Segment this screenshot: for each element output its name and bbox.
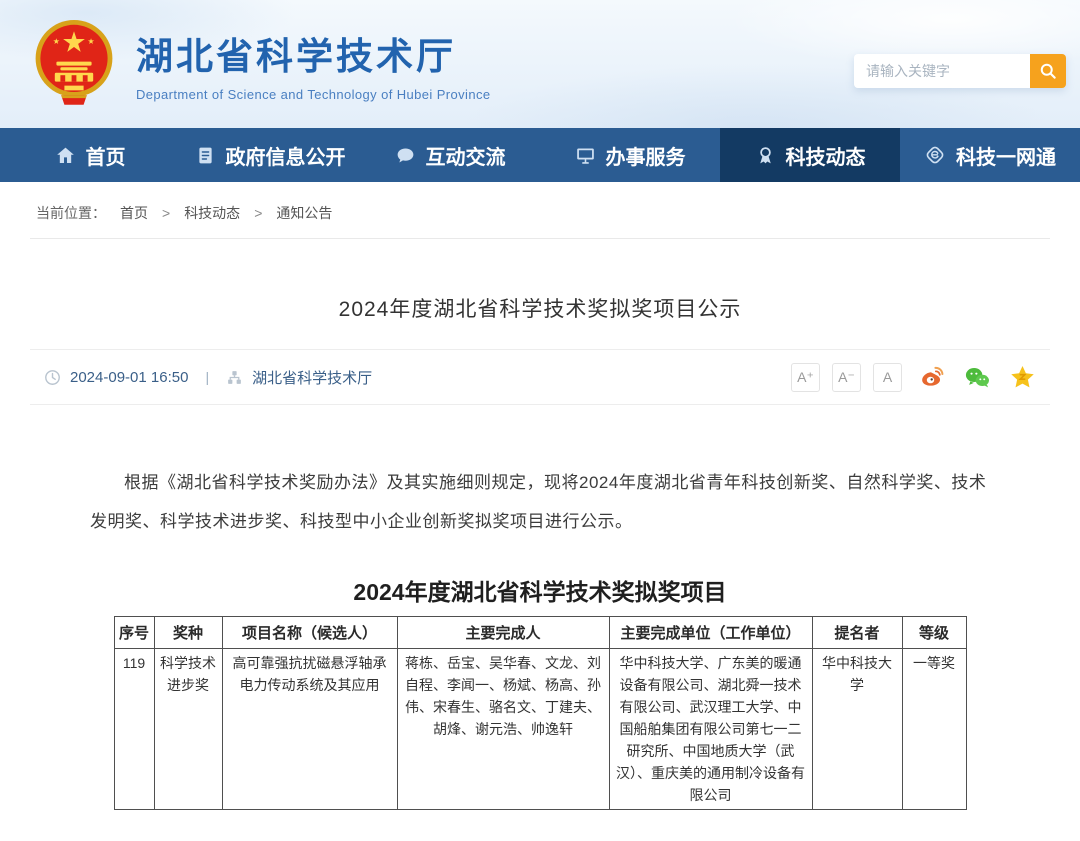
- col-header-nominator: 提名者: [812, 617, 902, 649]
- wechat-share-icon[interactable]: [964, 364, 991, 391]
- meta-divider: |: [205, 369, 209, 385]
- nav-item-tech-network[interactable]: 科技一网通: [900, 128, 1080, 182]
- nav-item-label: 首页: [86, 141, 126, 170]
- nav-item-tech-news[interactable]: 科技动态: [720, 128, 900, 182]
- article-date: 2024-09-01 16:50: [70, 369, 188, 386]
- nav-item-home[interactable]: 首页: [0, 128, 180, 182]
- cell-completers: 蒋栋、岳宝、吴华春、文龙、刘自程、李闻一、杨斌、杨高、孙伟、宋春生、骆名文、丁建…: [397, 649, 609, 810]
- breadcrumb-separator: >: [162, 205, 170, 221]
- nav-item-label: 科技动态: [786, 141, 866, 170]
- chat-bubble-icon: [395, 145, 416, 166]
- award-table-header-row: 序号 奖种 项目名称（候选人） 主要完成人 主要完成单位（工作单位） 提名者 等…: [114, 617, 966, 649]
- favorite-star-icon[interactable]: [1009, 364, 1036, 391]
- site-title: 湖北省科学技术厅: [136, 26, 491, 80]
- article-meta-bar: 2024-09-01 16:50 | 湖北省科学技术厅 A⁺ A⁻ A: [30, 349, 1050, 405]
- monitor-icon: [575, 145, 596, 166]
- search-box: [854, 54, 1066, 88]
- cell-grade: 一等奖: [902, 649, 966, 810]
- source-org-icon: [226, 369, 243, 386]
- col-header-project: 项目名称（候选人）: [222, 617, 397, 649]
- home-icon: [55, 145, 76, 166]
- breadcrumb-label: 当前位置：: [36, 203, 106, 223]
- article-paragraph: 根据《湖北省科学技术奖励办法》及其实施细则规定，现将2024年度湖北省青年科技创…: [90, 463, 990, 541]
- nav-item-label: 政府信息公开: [226, 141, 346, 170]
- cell-nominator: 华中科技大学: [812, 649, 902, 810]
- article-meta-left: 2024-09-01 16:50 | 湖北省科学技术厅: [44, 367, 372, 388]
- nav-item-label: 办事服务: [606, 141, 686, 170]
- table-row: 119 科学技术进步奖 高可靠强抗扰磁悬浮轴承电力传动系统及其应用 蒋栋、岳宝、…: [114, 649, 966, 810]
- weibo-share-icon[interactable]: [920, 364, 946, 390]
- site-subtitle: Department of Science and Technology of …: [136, 87, 491, 102]
- cell-seq: 119: [114, 649, 154, 810]
- nav-item-interaction[interactable]: 互动交流: [360, 128, 540, 182]
- medal-icon: [755, 145, 776, 166]
- award-table: 序号 奖种 项目名称（候选人） 主要完成人 主要完成单位（工作单位） 提名者 等…: [114, 616, 967, 810]
- nav-item-gov-info[interactable]: 政府信息公开: [180, 128, 360, 182]
- cell-project: 高可靠强抗扰磁悬浮轴承电力传动系统及其应用: [222, 649, 397, 810]
- search-input[interactable]: [854, 54, 1030, 88]
- network-e-icon: [924, 144, 946, 166]
- col-header-grade: 等级: [902, 617, 966, 649]
- breadcrumb: 当前位置： 首页 > 科技动态 > 通知公告: [30, 182, 1050, 239]
- breadcrumb-item-home[interactable]: 首页: [120, 203, 148, 223]
- brand: 湖北省科学技术厅 Department of Science and Techn…: [34, 18, 491, 110]
- search-button[interactable]: [1030, 54, 1066, 88]
- national-emblem-icon: [34, 18, 114, 110]
- brand-text: 湖北省科学技术厅 Department of Science and Techn…: [136, 26, 491, 102]
- site-header: 湖北省科学技术厅 Department of Science and Techn…: [0, 0, 1080, 128]
- nav-item-label: 科技一网通: [956, 141, 1056, 170]
- cell-organizations: 华中科技大学、广东美的暖通设备有限公司、湖北舜一技术有限公司、武汉理工大学、中国…: [609, 649, 812, 810]
- clock-icon: [44, 369, 61, 386]
- main-nav: 首页 政府信息公开 互动交流 办事服务 科技动态: [0, 128, 1080, 182]
- breadcrumb-item-notices[interactable]: 通知公告: [276, 203, 332, 223]
- nav-item-label: 互动交流: [426, 141, 506, 170]
- col-header-seq: 序号: [114, 617, 154, 649]
- col-header-completers: 主要完成人: [397, 617, 609, 649]
- article-source: 湖北省科学技术厅: [252, 367, 372, 388]
- award-table-title: 2024年度湖北省科学技术奖拟奖项目: [0, 573, 1080, 607]
- breadcrumb-item-tech-news[interactable]: 科技动态: [184, 203, 240, 223]
- nav-item-services[interactable]: 办事服务: [540, 128, 720, 182]
- col-header-organizations: 主要完成单位（工作单位）: [609, 617, 812, 649]
- document-icon: [195, 145, 216, 166]
- col-header-award-type: 奖种: [154, 617, 222, 649]
- page: 湖北省科学技术厅 Department of Science and Techn…: [0, 0, 1080, 841]
- font-smaller-button[interactable]: A⁻: [832, 363, 861, 392]
- cell-award-type: 科学技术进步奖: [154, 649, 222, 810]
- article-title: 2024年度湖北省科学技术奖拟奖项目公示: [0, 293, 1080, 323]
- font-larger-button[interactable]: A⁺: [791, 363, 820, 392]
- breadcrumb-separator: >: [254, 205, 262, 221]
- font-reset-button[interactable]: A: [873, 363, 902, 392]
- article-meta-right: A⁺ A⁻ A: [791, 363, 1036, 392]
- search-icon: [1038, 61, 1058, 81]
